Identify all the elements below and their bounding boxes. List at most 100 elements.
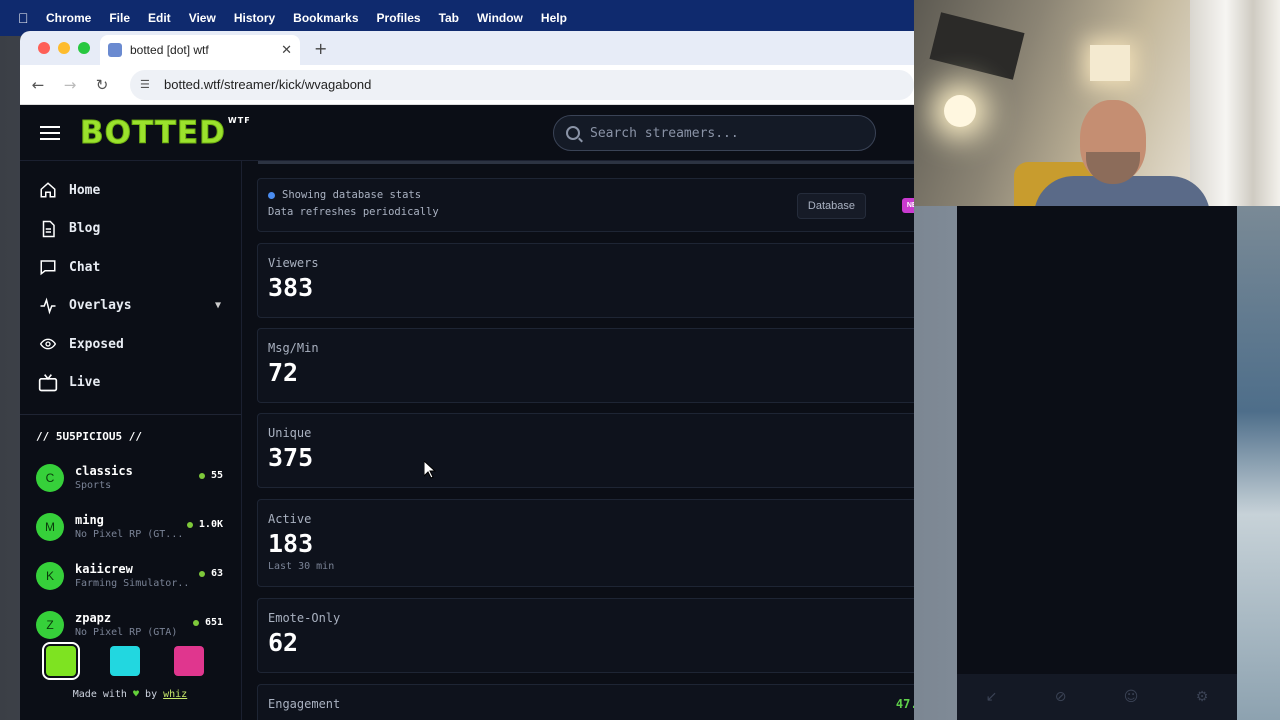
suspicious-streamer-item[interactable]: K kaiicrew Farming Simulator... 63 (20, 551, 241, 600)
menubar-item-view[interactable]: View (189, 11, 216, 25)
viewer-count-value: 1.0K (198, 519, 223, 530)
botted-logo[interactable]: BOTTED WTF (80, 114, 251, 151)
streamer-name: kaiicrew (75, 562, 133, 576)
minimize-window-button[interactable] (58, 42, 70, 54)
window-controls (38, 42, 90, 54)
viewer-count-value: 55 (210, 470, 223, 481)
new-badge: NEW (902, 198, 914, 213)
maximize-window-button[interactable] (78, 42, 90, 54)
activity-icon (38, 296, 58, 316)
theme-swatch-green[interactable] (42, 642, 80, 680)
avatar: M (36, 512, 64, 541)
menubar-item-window[interactable]: Window (477, 11, 523, 25)
logo-superscript: WTF (227, 115, 251, 125)
search-input[interactable] (590, 125, 850, 141)
menubar-app-name[interactable]: Chrome (46, 11, 91, 25)
stat-label: Engagement (268, 697, 341, 711)
right-panel-toolbar: ↙ ⊘ ☺ ⚙ (957, 674, 1237, 720)
scroll-remnant (258, 161, 914, 164)
menubar-item-profiles[interactable]: Profiles (377, 11, 421, 25)
streamer-name: zpapz (75, 611, 112, 625)
viewer-count-value: 63 (210, 568, 223, 579)
site-info-icon[interactable]: ☰ (140, 78, 154, 91)
close-window-button[interactable] (38, 42, 50, 54)
sidebar-item-label: Overlays (69, 298, 132, 314)
database-button[interactable]: Database (796, 193, 866, 219)
menubar-item-edit[interactable]: Edit (148, 11, 171, 25)
sidebar-item-live[interactable]: Live (20, 364, 241, 403)
stat-value: 72 (268, 358, 299, 387)
forward-arrow-icon[interactable]: → (54, 76, 86, 94)
search-icon (566, 126, 580, 140)
favicon-icon (108, 43, 122, 57)
avatar: K (36, 561, 64, 590)
stat-card-active: Active 183 Last 30 min (257, 499, 914, 587)
back-arrow-icon[interactable]: ← (22, 76, 54, 94)
smiley-icon[interactable]: ☺ (1124, 689, 1139, 705)
tv-icon (38, 373, 58, 393)
streamer-category: Farming Simulator... (75, 578, 191, 589)
reload-icon[interactable]: ↻ (86, 76, 118, 94)
theme-swatch-pink[interactable] (174, 646, 204, 676)
address-bar-row: ← → ↻ ☰ botted.wtf/streamer/kick/wvagabo… (20, 65, 914, 105)
browser-tab-active[interactable]: botted [dot] wtf ✕ (100, 35, 300, 65)
stat-sublabel: Last 30 min (268, 561, 335, 572)
menubar-item-file[interactable]: File (109, 11, 130, 25)
sidebar-item-home[interactable]: Home (20, 171, 241, 210)
app-header: BOTTED WTF (20, 105, 914, 161)
sidebar: Home Blog Chat Overlays ▼ Exposed Live /… (20, 161, 242, 720)
hamburger-menu-icon[interactable] (40, 122, 60, 144)
stat-label: Emote-Only (268, 611, 341, 625)
sidebar-item-exposed[interactable]: Exposed (20, 325, 241, 364)
suspicious-streamer-item[interactable]: C classics Sports 55 (20, 453, 241, 502)
sidebar-item-blog[interactable]: Blog (20, 210, 241, 249)
stat-card-engagement: Engagement 47.8% (257, 684, 914, 720)
live-dot-icon (186, 521, 193, 528)
menubar-item-tab[interactable]: Tab (439, 11, 459, 25)
chevron-down-icon[interactable]: ▼ (215, 300, 221, 311)
status-line-1: Showing database stats (282, 189, 422, 201)
sidebar-item-label: Exposed (69, 336, 124, 352)
url-field[interactable]: ☰ botted.wtf/streamer/kick/wvagabond (130, 69, 914, 100)
document-icon (38, 219, 58, 239)
sidebar-item-chat[interactable]: Chat (20, 248, 241, 287)
browser-window: botted [dot] wtf ✕ + ← → ↻ ☰ botted.wtf/… (20, 31, 914, 720)
sidebar-item-label: Chat (69, 259, 101, 275)
stat-label: Msg/Min (268, 341, 319, 355)
author-link[interactable]: whiz (163, 689, 187, 700)
tab-title: botted [dot] wtf (130, 43, 209, 57)
lamp-light-shape (944, 95, 976, 127)
theme-swatch-cyan[interactable] (110, 646, 140, 676)
streamer-name: ming (75, 513, 104, 527)
theme-swatches (42, 642, 204, 680)
close-tab-icon[interactable]: ✕ (281, 42, 292, 58)
stat-card-emote-only: Emote-Only 62 :) (257, 598, 914, 673)
footer-by: by (145, 689, 158, 700)
menubar-item-bookmarks[interactable]: Bookmarks (293, 11, 358, 25)
main-content: Showing database stats Data refreshes pe… (242, 161, 914, 720)
menubar-item-help[interactable]: Help (541, 11, 567, 25)
collapse-icon[interactable]: ↙ (986, 689, 998, 705)
new-tab-icon[interactable]: + (314, 39, 327, 58)
background-window-edge (1237, 206, 1280, 720)
stat-value: 183 (268, 529, 314, 558)
apple-icon[interactable]:  (18, 10, 34, 26)
live-dot-icon (198, 472, 205, 479)
logo-text: BOTTED (80, 114, 226, 151)
suspicious-streamer-item[interactable]: Z zpapz No Pixel RP (GTA) 651 (20, 600, 241, 649)
avatar: Z (36, 610, 64, 639)
chat-icon (38, 257, 58, 277)
avatar: C (36, 463, 64, 492)
search-box[interactable] (553, 115, 876, 151)
stat-card-unique: Unique 375 (257, 413, 914, 488)
stat-value: 62 (268, 628, 299, 657)
tab-strip: botted [dot] wtf ✕ + (20, 31, 914, 65)
settings-icon[interactable]: ⚙ (1196, 689, 1209, 705)
sidebar-item-overlays[interactable]: Overlays ▼ (20, 287, 241, 326)
footer-prefix: Made with (72, 689, 127, 700)
right-panel: ↙ ⊘ ☺ ⚙ (957, 206, 1237, 720)
suspicious-streamer-item[interactable]: M ming No Pixel RP (GT... 1.0K (20, 502, 241, 551)
menubar-item-history[interactable]: History (234, 11, 275, 25)
disable-icon[interactable]: ⊘ (1055, 689, 1067, 705)
viewer-count: 55 (198, 470, 223, 481)
